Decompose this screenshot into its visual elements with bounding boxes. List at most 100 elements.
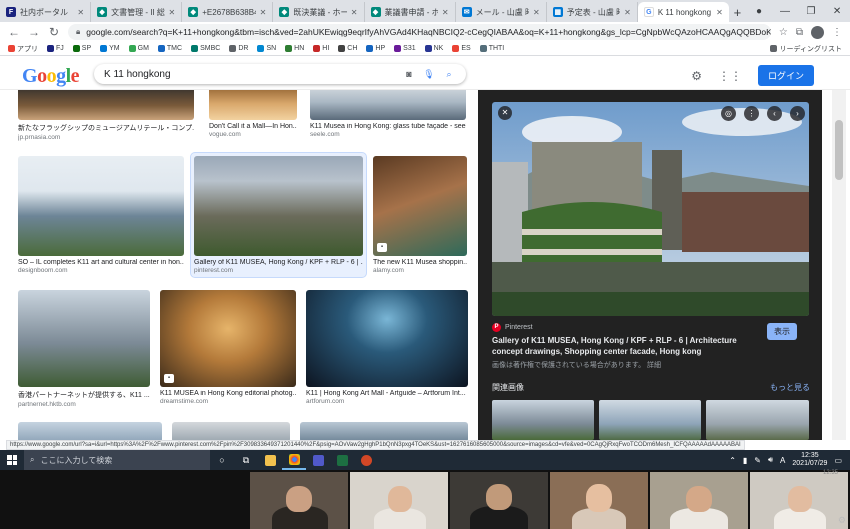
chevron-up-icon[interactable]: ⌃: [729, 456, 736, 465]
result-source[interactable]: dreamstime.com: [160, 398, 296, 405]
search-box[interactable]: K 11 hongkong ◙ 🎙︎ ⌕: [94, 64, 466, 84]
network-icon[interactable]: ▮: [743, 456, 747, 465]
bookmark-item[interactable]: HI: [313, 45, 329, 52]
ime-icon[interactable]: A: [780, 456, 785, 465]
search-input[interactable]: K 11 hongkong: [104, 69, 396, 80]
related-image[interactable]: [706, 400, 809, 440]
participant-video[interactable]: [650, 472, 748, 529]
taskbar-clock[interactable]: 12:35 2021/07/29: [792, 452, 827, 468]
forward-icon[interactable]: →: [28, 25, 40, 39]
reading-list-button[interactable]: リーディングリスト: [770, 44, 842, 54]
result-thumbnail[interactable]: [300, 422, 468, 440]
participant-video[interactable]: [550, 472, 648, 529]
see-more-link[interactable]: もっと見る: [770, 382, 810, 393]
bookmark-item[interactable]: THTI: [479, 45, 504, 52]
image-result[interactable]: 新たなフラッグシップのミュージアムリテール・コンプ... jp.prnasia.…: [18, 90, 194, 141]
image-result-selected[interactable]: Gallery of K11 MUSEA, Hong Kong / KPF + …: [191, 153, 366, 277]
browser-tab[interactable]: ◆業議書申請 - ホーム ✕: [365, 2, 456, 22]
settings-gear-icon[interactable]: ⚙: [838, 515, 846, 526]
preview-image[interactable]: [492, 102, 809, 316]
participant-video[interactable]: [450, 472, 548, 529]
bookmark-item[interactable]: S31: [394, 45, 416, 52]
minimize-icon[interactable]: —: [772, 6, 798, 17]
scrollbar-thumb[interactable]: [835, 120, 843, 180]
bookmark-item[interactable]: HN: [285, 45, 304, 52]
page-scrollbar[interactable]: [832, 90, 846, 440]
result-caption[interactable]: K11 Musea in Hong Kong: glass tube façad…: [310, 123, 466, 130]
close-tab-icon[interactable]: ✕: [77, 8, 84, 17]
excel-icon[interactable]: [330, 450, 354, 470]
settings-gear-icon[interactable]: ⚙: [691, 69, 702, 83]
camera-icon[interactable]: ◙: [402, 69, 416, 79]
preview-source[interactable]: P Pinterest: [492, 323, 533, 332]
task-view-icon[interactable]: ⧉: [234, 450, 258, 470]
google-logo[interactable]: Google: [22, 65, 80, 88]
result-thumbnail[interactable]: [18, 156, 184, 256]
extensions-icon[interactable]: ⧉: [796, 27, 803, 38]
result-source[interactable]: seele.com: [310, 131, 466, 138]
menu-kebab-icon[interactable]: ⋮: [832, 27, 842, 38]
chrome-icon[interactable]: [282, 450, 306, 470]
image-result[interactable]: 香港パートナーネットが提供する、K11 ... partnernet.hktb.…: [18, 290, 150, 408]
image-result[interactable]: SO – IL completes K11 art and cultural c…: [18, 156, 184, 274]
result-source[interactable]: alamy.com: [373, 267, 467, 274]
microphone-icon[interactable]: 🎙︎: [422, 69, 436, 80]
image-result[interactable]: K11 | Hong Kong Art Mall - Artguide – Ar…: [306, 290, 468, 405]
lock-icon[interactable]: 🔒︎: [76, 27, 80, 37]
new-tab-button[interactable]: +: [729, 2, 746, 22]
more-options-icon[interactable]: ⋮: [744, 106, 759, 121]
address-bar[interactable]: 🔒︎ google.com/search?q=K+11+hongkong&tbm…: [68, 24, 771, 40]
bookmark-item[interactable]: ES: [452, 45, 471, 52]
result-thumbnail[interactable]: [18, 90, 194, 120]
bookmark-item[interactable]: DR: [229, 45, 248, 52]
participant-video[interactable]: [250, 472, 348, 529]
back-icon[interactable]: ←: [8, 25, 20, 39]
pen-icon[interactable]: ✎: [754, 456, 761, 465]
related-image[interactable]: [599, 400, 701, 440]
result-thumbnail[interactable]: [310, 90, 466, 120]
bookmark-item[interactable]: SN: [257, 45, 276, 52]
participant-video[interactable]: [350, 472, 448, 529]
bookmark-item[interactable]: CH: [338, 45, 357, 52]
participant-video[interactable]: [750, 472, 848, 529]
image-result[interactable]: [172, 422, 290, 440]
bookmark-item[interactable]: NK: [424, 45, 443, 52]
bookmark-item[interactable]: GM: [128, 45, 149, 52]
maximize-icon[interactable]: ❐: [798, 6, 824, 17]
result-thumbnail[interactable]: ▪: [373, 156, 467, 256]
result-thumbnail[interactable]: ▪: [160, 290, 296, 387]
browser-tab[interactable]: ▦予定表 - 山盧 時雨 ✕: [547, 2, 638, 22]
browser-tab[interactable]: ◆既決業議 - ホーム ✕: [273, 2, 365, 22]
result-caption[interactable]: K11 MUSEA in Hong Kong editorial photog.…: [160, 390, 296, 397]
file-explorer-icon[interactable]: [258, 450, 282, 470]
result-thumbnail[interactable]: [209, 90, 297, 120]
close-icon[interactable]: ✕: [498, 106, 512, 120]
bookmark-item[interactable]: アプリ: [8, 44, 38, 54]
preview-title[interactable]: Gallery of K11 MUSEA, Hong Kong / KPF + …: [492, 335, 762, 357]
result-thumbnail[interactable]: [18, 422, 162, 440]
result-source[interactable]: vogue.com: [209, 131, 297, 138]
next-icon[interactable]: ›: [790, 106, 805, 121]
taskbar-search[interactable]: ⌕ ここに入力して検索: [24, 450, 210, 470]
image-result[interactable]: [18, 422, 162, 440]
result-caption[interactable]: 香港パートナーネットが提供する、K11 ...: [18, 390, 150, 400]
visit-button[interactable]: 表示: [767, 323, 797, 340]
previous-icon[interactable]: ‹: [767, 106, 782, 121]
reload-icon[interactable]: ↻: [48, 25, 60, 39]
close-tab-icon[interactable]: ✕: [351, 8, 358, 17]
browser-tab[interactable]: ◆+E2678B638B4B ✕: [182, 2, 274, 22]
result-caption[interactable]: K11 | Hong Kong Art Mall - Artguide – Ar…: [306, 390, 468, 397]
close-tab-icon[interactable]: ✕: [533, 8, 540, 17]
bookmark-item[interactable]: SMBC: [191, 45, 220, 52]
image-result[interactable]: K11 Musea in Hong Kong: glass tube façad…: [310, 90, 466, 138]
result-caption[interactable]: The new K11 Musea shoppin...: [373, 259, 467, 266]
result-source[interactable]: artforum.com: [306, 398, 468, 405]
related-image[interactable]: [492, 400, 594, 440]
profile-avatar[interactable]: [811, 25, 824, 39]
browser-tab[interactable]: ◆文書管理 - II 総務 ✕: [91, 2, 183, 22]
result-caption[interactable]: 新たなフラッグシップのミュージアムリテール・コンプ...: [18, 123, 194, 133]
result-source[interactable]: partnernet.hktb.com: [18, 401, 150, 408]
image-result[interactable]: [300, 422, 468, 440]
star-icon[interactable]: ☆: [779, 27, 788, 38]
result-caption[interactable]: SO – IL completes K11 art and cultural c…: [18, 259, 184, 266]
